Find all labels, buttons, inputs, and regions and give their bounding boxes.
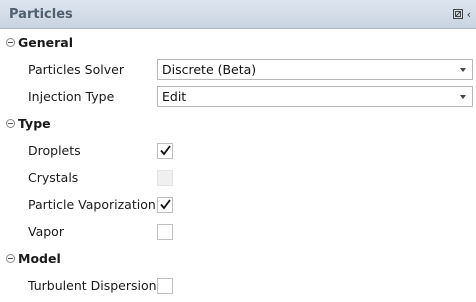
collapse-section-icon[interactable]: [6, 38, 15, 47]
particles-solver-label: Particles Solver: [28, 62, 124, 77]
injection-type-dropdown[interactable]: Edit: [157, 86, 473, 107]
chevron-down-icon[interactable]: [460, 67, 466, 72]
panel-title: Particles: [9, 6, 73, 22]
section-title: Type: [18, 116, 51, 131]
section-title: General: [18, 35, 73, 50]
particle-vaporization-label: Particle Vaporization: [28, 197, 156, 212]
pin-icon[interactable]: [452, 8, 464, 20]
collapse-section-icon[interactable]: [6, 119, 15, 128]
titlebar-icons: ‹: [452, 8, 471, 20]
droplets-label: Droplets: [28, 143, 81, 158]
particles-solver-dropdown[interactable]: Discrete (Beta): [157, 59, 473, 80]
crystals-label: Crystals: [28, 170, 79, 185]
vapor-label: Vapor: [28, 224, 64, 239]
turbulent-dispersion-label: Turbulent Dispersion: [28, 278, 157, 293]
collapse-panel-icon[interactable]: ‹: [467, 9, 471, 20]
particle-vaporization-row: Particle Vaporization: [0, 191, 476, 218]
section-type[interactable]: Type: [0, 110, 476, 137]
vapor-checkbox[interactable]: [157, 223, 173, 240]
vapor-row: Vapor: [0, 218, 476, 245]
injection-type-label: Injection Type: [28, 89, 115, 104]
chevron-down-icon[interactable]: [460, 94, 466, 99]
droplets-checkbox[interactable]: [157, 142, 173, 159]
particles-solver-value: Discrete (Beta): [162, 62, 257, 77]
injection-type-value: Edit: [162, 89, 187, 104]
crystals-checkbox[interactable]: [157, 169, 173, 186]
section-general[interactable]: General: [0, 29, 476, 56]
checkmark-icon: [159, 199, 171, 210]
droplets-row: Droplets: [0, 137, 476, 164]
crystals-row: Crystals: [0, 164, 476, 191]
panel-titlebar: Particles ‹: [0, 0, 476, 29]
section-model[interactable]: Model: [0, 245, 476, 272]
particles-solver-row: Particles Solver Discrete (Beta): [0, 56, 476, 83]
collapse-section-icon[interactable]: [6, 254, 15, 263]
injection-type-row: Injection Type Edit: [0, 83, 476, 110]
turbulent-dispersion-checkbox[interactable]: [157, 277, 173, 294]
particle-vaporization-checkbox[interactable]: [157, 196, 173, 213]
turbulent-dispersion-row: Turbulent Dispersion: [0, 272, 476, 299]
section-title: Model: [18, 251, 61, 266]
particles-panel: Particles ‹ General Particles Solver Dis…: [0, 0, 476, 302]
checkmark-icon: [159, 145, 171, 156]
